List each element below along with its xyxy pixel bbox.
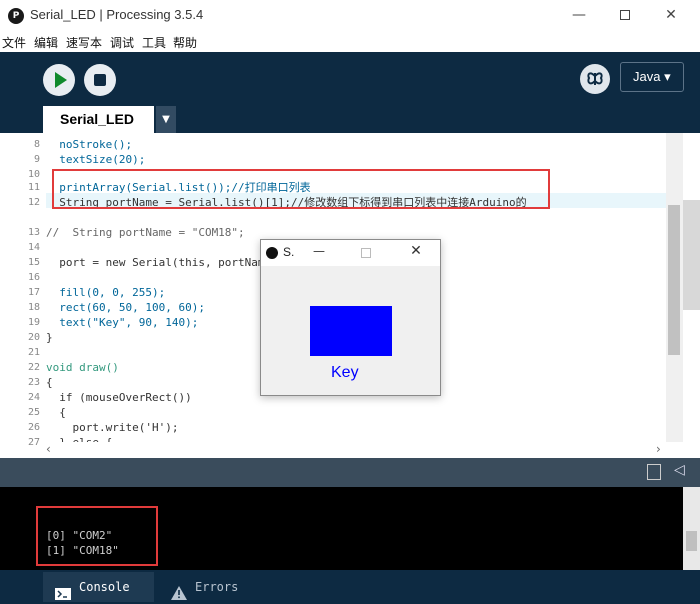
line-number: 13 — [27, 227, 40, 238]
warning-icon — [171, 581, 187, 600]
code-line: // String portName = "COM18"; — [46, 226, 245, 239]
line-number: 9 — [33, 154, 40, 165]
line-number-gutter: 8 9 10 11 12 13 14 15 16 17 18 19 20 21 … — [0, 133, 46, 448]
code-line: rect(60, 50, 100, 60); — [46, 301, 205, 314]
code-line: text("Key", 90, 140); — [46, 316, 199, 329]
butterfly-icon — [587, 72, 603, 85]
line-number: 15 — [27, 257, 40, 268]
code-line: void draw() — [46, 361, 119, 374]
menu-file[interactable]: 文件 — [2, 34, 26, 51]
key-label: Key — [331, 364, 359, 381]
line-number: 14 — [27, 242, 40, 253]
menu-tools[interactable]: 工具 — [142, 34, 166, 51]
play-icon — [55, 72, 67, 88]
tab-errors-label: Errors — [195, 580, 239, 594]
editor-vertical-scrollbar[interactable] — [666, 133, 683, 442]
run-button[interactable] — [43, 64, 75, 96]
line-number: 22 — [27, 362, 40, 373]
code-line: } — [46, 331, 53, 344]
line-number: 18 — [27, 302, 40, 313]
tab-serial-led[interactable]: Serial_LED — [43, 106, 154, 133]
line-number: 25 — [27, 407, 40, 418]
sketch-window[interactable]: S. — ✕ Key — [260, 239, 441, 396]
maximize-button[interactable] — [602, 0, 648, 30]
line-number: 12 — [27, 197, 40, 208]
sketch-titlebar[interactable]: S. — ✕ — [261, 240, 440, 266]
line-number: 21 — [27, 347, 40, 358]
mode-select[interactable]: Java ▾ — [620, 62, 684, 92]
code-line: port.write('H'); — [46, 421, 179, 434]
line-number: 8 — [33, 139, 40, 150]
line-number: 20 — [27, 332, 40, 343]
code-line: textSize(20); — [46, 153, 146, 166]
sketch-close-button[interactable]: ✕ — [406, 243, 426, 259]
terminal-icon — [55, 581, 71, 600]
window-edge-scroll-thumb — [683, 200, 700, 310]
tab-console[interactable]: Console — [43, 572, 154, 602]
code-line: { — [46, 406, 66, 419]
minimize-button[interactable]: — — [556, 0, 602, 30]
code-line: if (mouseOverRect()) — [46, 391, 192, 404]
tab-console-label: Console — [79, 580, 130, 594]
sketch-maximize-button[interactable] — [361, 248, 371, 258]
line-number: 23 — [27, 377, 40, 388]
debug-button[interactable] — [580, 64, 610, 94]
menu-help[interactable]: 帮助 — [173, 34, 197, 51]
scroll-right-arrow[interactable]: › — [656, 442, 661, 456]
menu-edit[interactable]: 编辑 — [34, 34, 58, 51]
menu-bar: 文件 编辑 速写本 调试 工具 帮助 — [0, 32, 700, 52]
line-number: 16 — [27, 272, 40, 283]
line-number: 17 — [27, 287, 40, 298]
line-number: 27 — [27, 437, 40, 448]
line-number: 26 — [27, 422, 40, 433]
close-button[interactable]: ✕ — [648, 0, 694, 30]
code-line: fill(0, 0, 255); — [46, 286, 166, 299]
stop-button[interactable] — [84, 64, 116, 96]
scroll-left-arrow[interactable]: ‹ — [46, 442, 51, 456]
console-scrollbar[interactable] — [683, 487, 700, 570]
annotation-highlight-box — [52, 169, 550, 209]
line-number: 11 — [27, 182, 40, 193]
maximize-icon — [620, 10, 630, 20]
key-button-rect[interactable] — [310, 306, 392, 356]
editor-horizontal-scrollbar[interactable]: ‹ › — [46, 442, 666, 458]
window-titlebar[interactable]: P Serial_LED | Processing 3.5.4 — ✕ — [0, 0, 700, 32]
window-title: Serial_LED | Processing 3.5.4 — [30, 7, 204, 22]
code-line: noStroke(); — [46, 138, 133, 151]
bottom-tab-bar: Console Errors — [0, 570, 700, 604]
menu-sketch[interactable]: 速写本 — [66, 34, 102, 51]
triangle-left-icon[interactable]: ◁ — [674, 462, 685, 478]
code-line: { — [46, 376, 53, 389]
tab-errors[interactable]: Errors — [157, 572, 257, 602]
stop-icon — [94, 74, 106, 86]
console-header-bar[interactable]: ◁ — [0, 458, 700, 487]
copy-icon[interactable] — [647, 464, 661, 480]
line-number: 24 — [27, 392, 40, 403]
console-output[interactable]: [0] "COM2" [1] "COM18" — [0, 487, 683, 570]
menu-debug[interactable]: 调试 — [110, 34, 134, 51]
processing-icon — [266, 247, 278, 259]
console-scroll-thumb[interactable] — [686, 531, 697, 551]
sketch-title: S. — [283, 245, 295, 259]
editor-scroll-thumb[interactable] — [668, 205, 680, 355]
tab-menu-button[interactable]: ▼ — [156, 106, 176, 133]
annotation-highlight-box — [36, 506, 158, 566]
processing-icon: P — [8, 8, 24, 24]
line-number: 19 — [27, 317, 40, 328]
sketch-minimize-button[interactable]: — — [309, 244, 329, 258]
